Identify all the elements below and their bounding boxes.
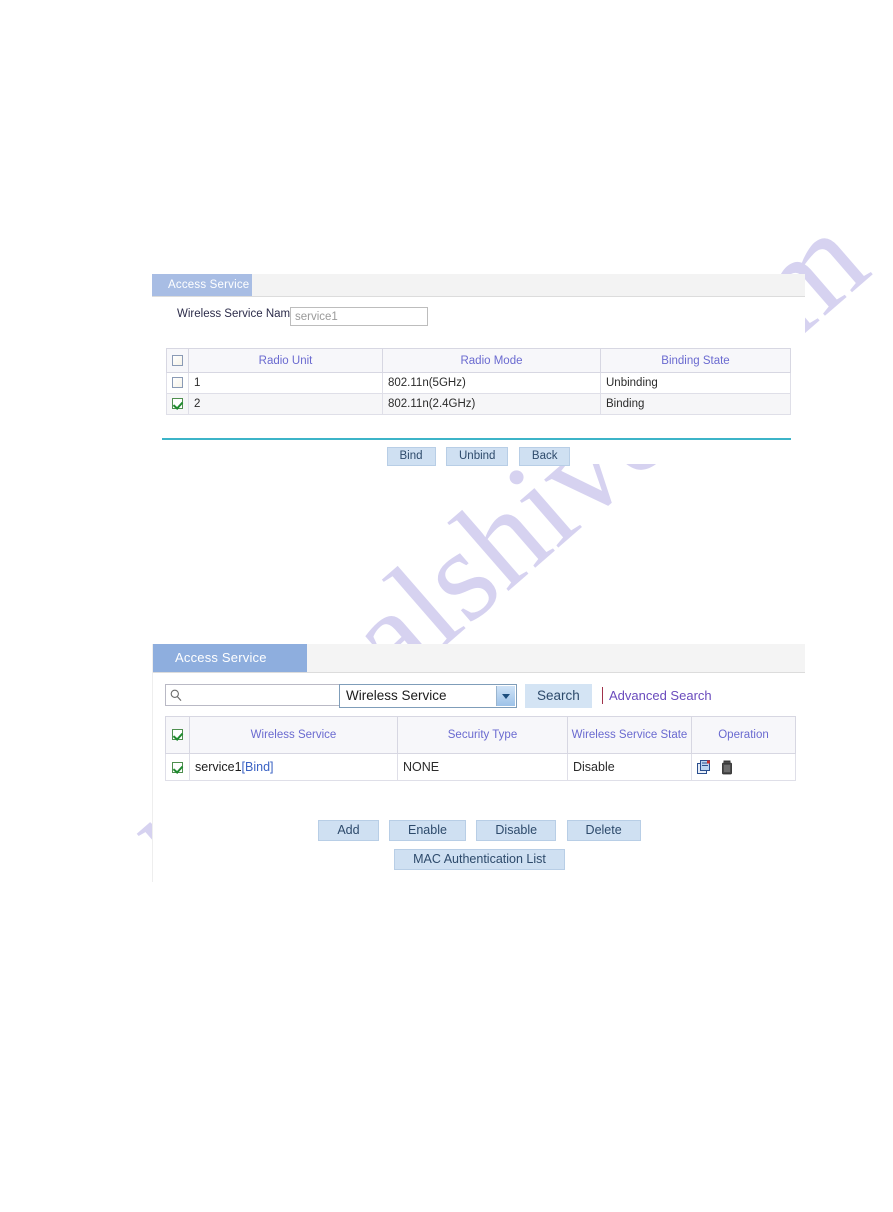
- column-header-radio-unit: Radio Unit: [188, 348, 383, 373]
- cell-wireless-service-state: Disable: [567, 753, 692, 781]
- tab-access-service[interactable]: Access Service: [152, 274, 252, 296]
- select-all-header-cell: [166, 348, 189, 373]
- tab-access-service[interactable]: Access Service: [153, 644, 307, 672]
- list-panel-tabstrip: Access Service: [153, 644, 805, 673]
- wireless-service-name-label: Wireless Service Name: [177, 308, 297, 320]
- enable-button[interactable]: Enable: [389, 820, 466, 841]
- column-header-binding-state: Binding State: [600, 348, 791, 373]
- service-bind-link[interactable]: [Bind]: [242, 760, 274, 774]
- row-checkbox[interactable]: [172, 762, 183, 774]
- table-row: 2 802.11n(2.4GHz) Binding: [166, 393, 791, 415]
- cell-security-type: NONE: [397, 753, 568, 781]
- delete-icon[interactable]: [721, 760, 733, 775]
- bind-panel-button-bar: Bind Unbind Back: [152, 446, 805, 466]
- back-button[interactable]: Back: [518, 447, 571, 466]
- column-header-wireless-service-state: Wireless Service State: [567, 716, 692, 754]
- table-header-row: Wireless Service Security Type Wireless …: [165, 716, 796, 754]
- select-all-checkbox[interactable]: [172, 729, 183, 741]
- search-button[interactable]: Search: [525, 684, 592, 708]
- disable-button[interactable]: Disable: [476, 820, 557, 841]
- search-bar: Wireless Service Search Advanced Search: [165, 684, 795, 710]
- table-row: service1[Bind] NONE Disable: [165, 753, 796, 781]
- column-header-security-type: Security Type: [397, 716, 568, 754]
- search-field-selected-label: Wireless Service: [346, 688, 447, 703]
- row-select-cell: [166, 372, 189, 394]
- table-row: 1 802.11n(5GHz) Unbinding: [166, 372, 791, 394]
- row-select-cell: [166, 393, 189, 415]
- select-all-header-cell: [165, 716, 190, 754]
- table-header-row: Radio Unit Radio Mode Binding State: [166, 348, 791, 373]
- page-root: Access Service Wireless Service Name Rad…: [0, 0, 893, 1212]
- add-button[interactable]: Add: [318, 820, 379, 841]
- service-name-text: service1: [195, 760, 242, 774]
- wireless-service-table: Wireless Service Security Type Wireless …: [165, 716, 796, 781]
- cell-wireless-service: service1[Bind]: [189, 753, 398, 781]
- radio-binding-table: Radio Unit Radio Mode Binding State 1 80…: [166, 348, 791, 415]
- access-service-bind-panel: Access Service Wireless Service Name Rad…: [152, 274, 805, 466]
- delete-button[interactable]: Delete: [566, 820, 641, 841]
- search-icon: [170, 689, 182, 702]
- wireless-service-name-row: Wireless Service Name: [152, 304, 805, 348]
- cell-operation: [691, 753, 796, 781]
- search-input[interactable]: [185, 687, 337, 706]
- cell-radio-unit: 1: [188, 372, 383, 394]
- chevron-down-icon[interactable]: [496, 686, 515, 706]
- row-select-cell: [165, 753, 190, 781]
- unbind-button[interactable]: Unbind: [446, 447, 509, 466]
- bind-button[interactable]: Bind: [386, 447, 436, 466]
- wireless-service-name-input[interactable]: [290, 307, 428, 326]
- mac-authentication-list-button[interactable]: MAC Authentication List: [394, 849, 565, 870]
- separator: [602, 687, 603, 704]
- access-service-list-panel: Access Service Wireless Service Search A…: [152, 644, 805, 882]
- select-all-checkbox[interactable]: [172, 354, 183, 366]
- cell-radio-mode: 802.11n(5GHz): [382, 372, 601, 394]
- list-panel-button-bar-secondary: MAC Authentication List: [153, 849, 806, 870]
- advanced-search-link[interactable]: Advanced Search: [609, 687, 712, 705]
- search-input-wrapper: [165, 684, 339, 706]
- bind-panel-tabstrip: Access Service: [152, 274, 805, 297]
- column-header-radio-mode: Radio Mode: [382, 348, 601, 373]
- row-checkbox[interactable]: [172, 377, 183, 389]
- column-header-operation: Operation: [691, 716, 796, 754]
- row-checkbox[interactable]: [172, 398, 183, 410]
- search-field-select[interactable]: Wireless Service: [339, 684, 517, 708]
- list-panel-button-bar-primary: Add Enable Disable Delete: [153, 820, 806, 841]
- column-header-wireless-service: Wireless Service: [189, 716, 398, 754]
- cell-binding-state: Binding: [600, 393, 791, 415]
- cell-binding-state: Unbinding: [600, 372, 791, 394]
- cell-radio-mode: 802.11n(2.4GHz): [382, 393, 601, 415]
- edit-icon[interactable]: [697, 759, 712, 775]
- cell-radio-unit: 2: [188, 393, 383, 415]
- bind-panel-divider: [162, 438, 791, 440]
